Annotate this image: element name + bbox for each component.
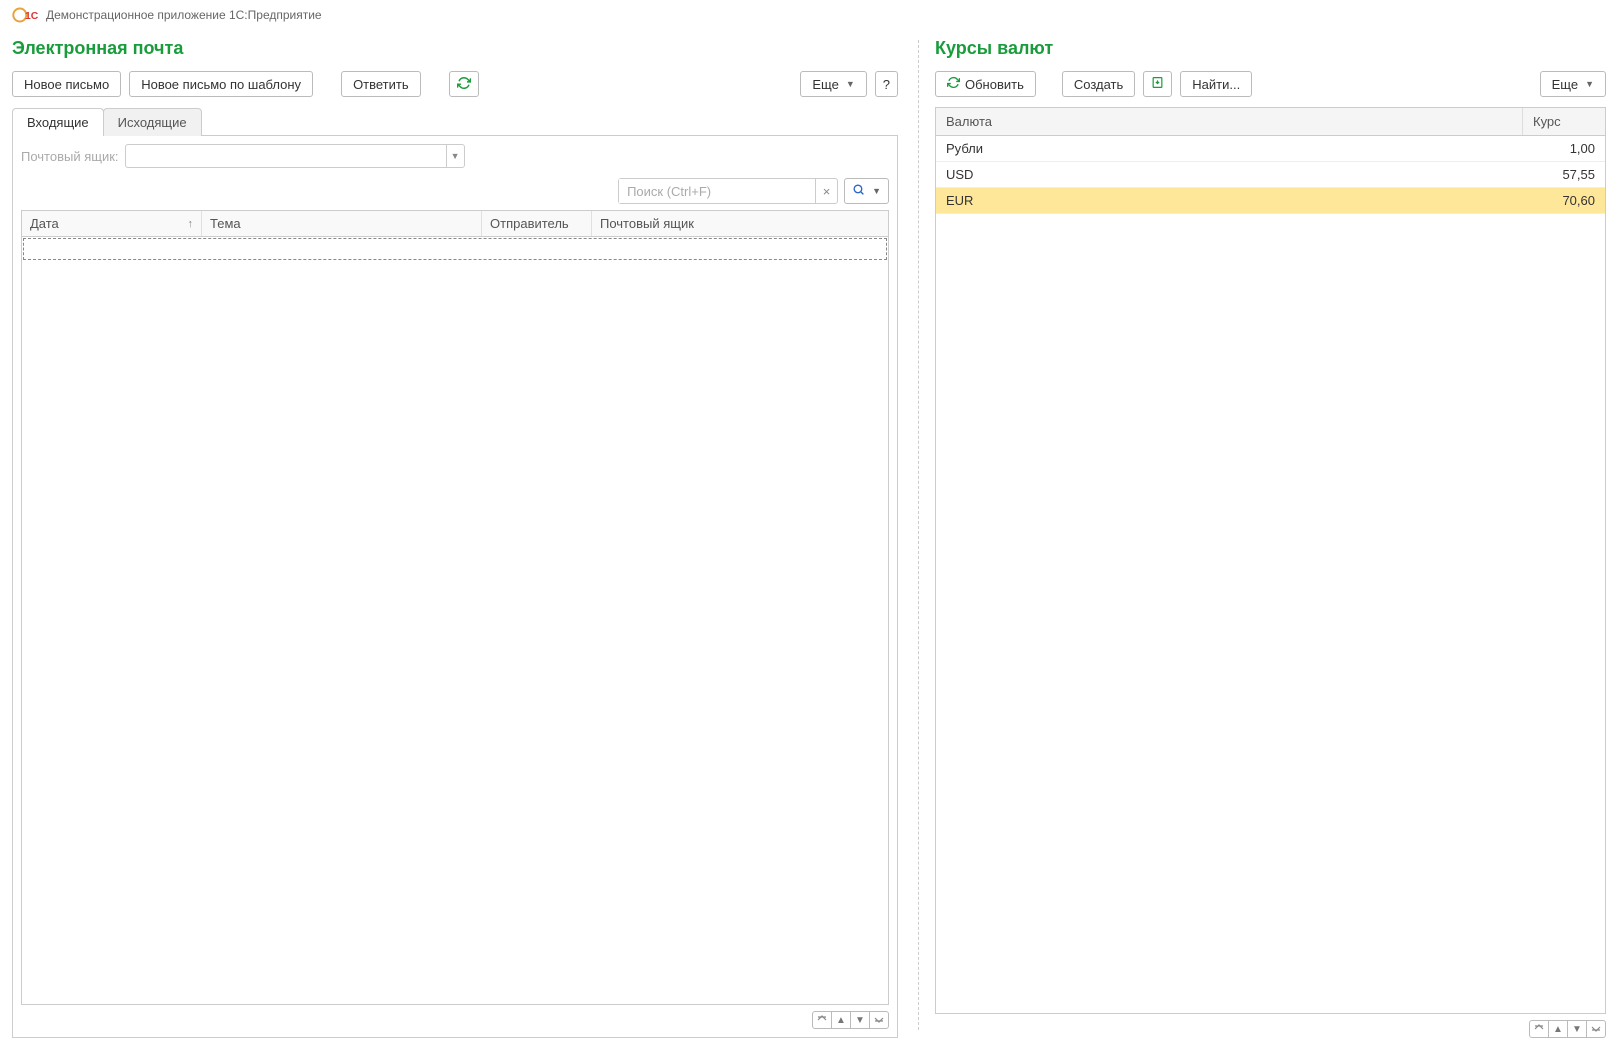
help-button[interactable]: ? xyxy=(875,71,898,97)
column-subject[interactable]: Тема xyxy=(202,211,482,236)
column-currency[interactable]: Валюта xyxy=(936,108,1523,135)
svg-text:1C: 1C xyxy=(25,11,38,22)
mailbox-select[interactable]: ▼ xyxy=(125,144,465,168)
chevron-down-icon: ▼ xyxy=(846,79,855,89)
nav-up-icon[interactable]: ▲ xyxy=(831,1011,851,1029)
column-date[interactable]: Дата ↑ xyxy=(22,211,202,236)
email-table-body xyxy=(22,237,888,1004)
rate-cell: 70,60 xyxy=(1523,188,1605,213)
nav-first-icon[interactable] xyxy=(812,1011,832,1029)
sort-asc-icon: ↑ xyxy=(188,218,194,230)
refresh-icon xyxy=(457,76,471,93)
table-row[interactable]: Рубли1,00 xyxy=(936,136,1605,162)
email-nav-buttons: ▲ ▼ xyxy=(21,1011,889,1029)
email-table: Дата ↑ Тема Отправитель Почтовый ящик xyxy=(21,210,889,1005)
currency-cell: Рубли xyxy=(936,136,1523,161)
search-button[interactable]: ▼ xyxy=(844,178,889,204)
new-letter-button[interactable]: Новое письмо xyxy=(12,71,121,97)
search-row: × ▼ xyxy=(21,178,889,204)
rates-table-body: Рубли1,00USD57,55EUR70,60 xyxy=(936,136,1605,1013)
rates-refresh-button[interactable]: Обновить xyxy=(935,71,1036,97)
rate-cell: 57,55 xyxy=(1523,162,1605,187)
search-icon xyxy=(852,183,865,199)
rate-cell: 1,00 xyxy=(1523,136,1605,161)
email-toolbar: Новое письмо Новое письмо по шаблону Отв… xyxy=(12,71,898,97)
download-button[interactable] xyxy=(1143,71,1172,97)
tab-outbox[interactable]: Исходящие xyxy=(103,108,202,136)
email-title: Электронная почта xyxy=(12,38,898,59)
refresh-icon xyxy=(947,76,960,92)
new-template-button[interactable]: Новое письмо по шаблону xyxy=(129,71,313,97)
clear-search-icon[interactable]: × xyxy=(815,179,837,203)
rates-nav-buttons: ▲ ▼ xyxy=(935,1020,1606,1038)
nav-last-icon[interactable] xyxy=(1586,1020,1606,1038)
download-icon xyxy=(1151,76,1164,92)
mailbox-label: Почтовый ящик: xyxy=(21,149,119,164)
nav-first-icon[interactable] xyxy=(1529,1020,1549,1038)
more-button[interactable]: Еще ▼ xyxy=(800,71,866,97)
app-title: Демонстрационное приложение 1С:Предприят… xyxy=(46,8,322,22)
email-content: Почтовый ящик: ▼ × ▼ xyxy=(12,136,898,1038)
column-rate[interactable]: Курс xyxy=(1523,108,1605,135)
chevron-down-icon[interactable]: ▼ xyxy=(446,145,464,167)
nav-down-icon[interactable]: ▼ xyxy=(850,1011,870,1029)
rates-title: Курсы валют xyxy=(935,38,1606,59)
find-button[interactable]: Найти... xyxy=(1180,71,1252,97)
table-row[interactable]: EUR70,60 xyxy=(936,188,1605,214)
table-row[interactable] xyxy=(23,238,887,260)
tab-inbox[interactable]: Входящие xyxy=(12,108,104,136)
nav-last-icon[interactable] xyxy=(869,1011,889,1029)
rates-toolbar: Обновить Создать Найти... Еще ▼ xyxy=(935,71,1606,97)
chevron-down-icon: ▼ xyxy=(1585,79,1594,89)
email-panel: Электронная почта Новое письмо Новое пис… xyxy=(0,30,910,1050)
reply-button[interactable]: Ответить xyxy=(341,71,421,97)
currency-cell: EUR xyxy=(936,188,1523,213)
app-header: 1C Демонстрационное приложение 1С:Предпр… xyxy=(0,0,1618,30)
refresh-button[interactable] xyxy=(449,71,479,97)
nav-up-icon[interactable]: ▲ xyxy=(1548,1020,1568,1038)
panel-divider[interactable] xyxy=(918,40,919,1030)
rates-table: Валюта Курс Рубли1,00USD57,55EUR70,60 xyxy=(935,107,1606,1014)
logo-1c-icon: 1C xyxy=(12,6,38,24)
create-button[interactable]: Создать xyxy=(1062,71,1135,97)
email-tabs: Входящие Исходящие xyxy=(12,107,898,136)
email-table-header: Дата ↑ Тема Отправитель Почтовый ящик xyxy=(22,211,888,237)
mailbox-field-row: Почтовый ящик: ▼ xyxy=(21,144,889,168)
rates-table-header: Валюта Курс xyxy=(936,108,1605,136)
currency-cell: USD xyxy=(936,162,1523,187)
mailbox-input[interactable] xyxy=(126,145,446,167)
rates-more-button[interactable]: Еще ▼ xyxy=(1540,71,1606,97)
table-row[interactable]: USD57,55 xyxy=(936,162,1605,188)
column-sender[interactable]: Отправитель xyxy=(482,211,592,236)
nav-down-icon[interactable]: ▼ xyxy=(1567,1020,1587,1038)
chevron-down-icon: ▼ xyxy=(872,186,881,196)
search-box: × xyxy=(618,178,838,204)
column-mailbox[interactable]: Почтовый ящик xyxy=(592,211,888,236)
rates-panel: Курсы валют Обновить Создать Найти... Ещ… xyxy=(927,30,1618,1050)
search-input[interactable] xyxy=(619,179,815,203)
